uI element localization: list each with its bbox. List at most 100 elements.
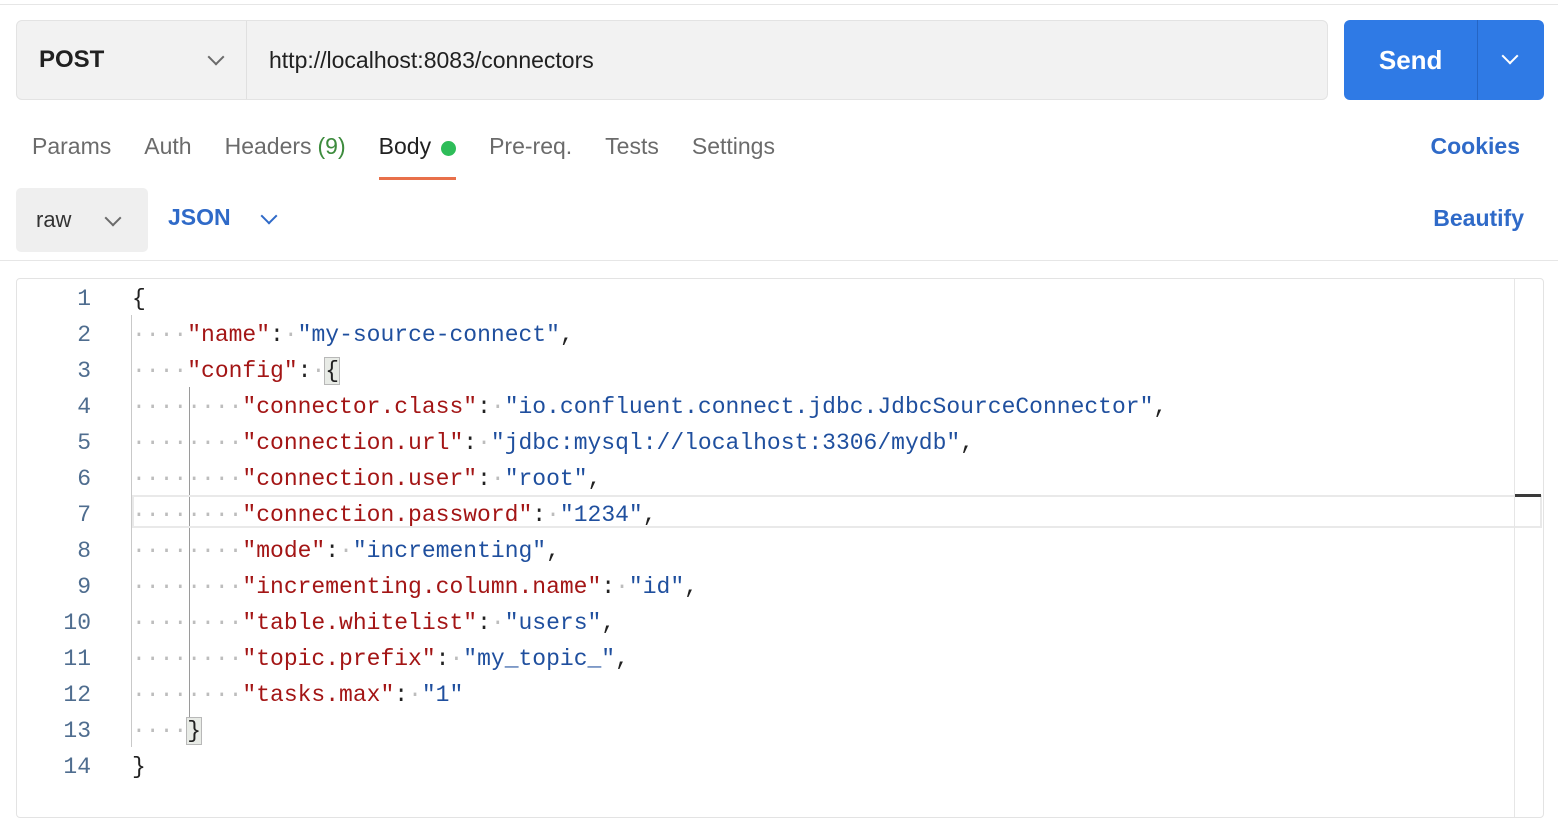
whitespace-marker: · (490, 610, 505, 636)
tab-auth[interactable]: Auth (144, 128, 191, 180)
json-punctuation: , (615, 646, 629, 672)
code-line: 10 ········"table.whitelist":·"users", (17, 605, 1543, 641)
line-number: 3 (77, 358, 91, 384)
json-punctuation: : (270, 322, 284, 348)
indent-whitespace: ········ (132, 538, 243, 564)
whitespace-marker: · (408, 682, 422, 708)
line-number: 12 (63, 682, 91, 708)
send-button-group: Send (1344, 20, 1544, 100)
code-line: 11 ········"topic.prefix":·"my_topic_", (17, 641, 1543, 677)
chevron-down-icon (1501, 47, 1519, 65)
code-text: ····"name":·"my-source-connect", (132, 317, 574, 353)
json-key: "connection.user" (242, 466, 478, 492)
body-indicator-dot-icon (441, 141, 457, 156)
indent-whitespace: ········ (132, 466, 243, 492)
json-key: "connector.class" (242, 394, 478, 420)
toolbar-divider (0, 260, 1558, 261)
tab-params[interactable]: Params (32, 128, 111, 180)
line-number: 2 (77, 322, 91, 348)
code-text: ········"tasks.max":·"1" (132, 677, 463, 713)
tab-label: Tests (605, 133, 659, 159)
json-punctuation: { (132, 286, 146, 312)
code-text: ····} (132, 713, 203, 749)
json-key: "connection.password" (242, 502, 533, 528)
request-bar: POST http://localhost:8083/connectors (16, 20, 1328, 100)
code-editor[interactable]: 1{2 ····"name":·"my-source-connect", 3 ····… (16, 278, 1544, 818)
url-input[interactable]: http://localhost:8083/connectors (247, 21, 1327, 99)
chevron-down-icon (207, 48, 225, 66)
chevron-down-icon[interactable] (260, 207, 278, 225)
indent-whitespace: ········ (132, 394, 243, 420)
tab-label: Settings (691, 133, 775, 159)
code-line: 5 ········"connection.url":·"jdbc:mysql:/… (17, 425, 1543, 461)
request-tabs: Params Auth Headers (9) Body Pre-req. Tes… (32, 128, 808, 180)
code-text: { (132, 281, 146, 317)
code-text: ········"connector.class":·"io.confluent… (132, 389, 1167, 425)
tab-settings[interactable]: Settings (692, 128, 775, 180)
json-punctuation: : (325, 538, 340, 564)
tab-label: Body (378, 133, 432, 159)
json-punctuation: , (1153, 394, 1168, 420)
json-punctuation: , (642, 502, 657, 528)
indent-whitespace: ········ (132, 430, 243, 456)
json-string: "id" (628, 574, 685, 600)
line-number: 10 (63, 610, 91, 636)
code-line: 9 ········"incrementing.column.name":·"id… (17, 569, 1543, 605)
code-line: 7 ········"connection.password":·"1234", (17, 497, 1543, 533)
line-number: 5 (77, 430, 91, 456)
json-string: "1" (421, 682, 464, 708)
tab-body[interactable]: Body (378, 128, 457, 180)
whitespace-marker: · (311, 358, 326, 384)
json-key: "connection.url" (242, 430, 464, 456)
url-text: http://localhost:8083/connectors (269, 46, 594, 73)
json-key: "name" (187, 322, 271, 348)
indent-whitespace: ········ (132, 682, 243, 708)
json-key: "table.whitelist" (242, 610, 478, 636)
tab-tests[interactable]: Tests (605, 128, 659, 180)
json-punctuation: : (477, 466, 491, 492)
whitespace-marker: · (477, 430, 491, 456)
json-string: "root" (504, 466, 588, 492)
json-punctuation: : (601, 574, 616, 600)
chevron-down-icon (104, 209, 122, 227)
cookies-link[interactable]: Cookies (1431, 133, 1520, 160)
beautify-link[interactable]: Beautify (1433, 205, 1524, 232)
indent-whitespace: ········ (132, 574, 243, 600)
json-punctuation: : (477, 394, 491, 420)
code-line: 1{ (17, 281, 1543, 317)
json-string: "io.confluent.connect.jdbc.JdbcSourceCon… (504, 394, 1154, 420)
whitespace-marker: · (490, 466, 505, 492)
line-number: 6 (77, 466, 91, 492)
json-punctuation: , (960, 430, 974, 456)
indent-whitespace: ···· (132, 322, 188, 348)
tab-label: Params (32, 133, 112, 159)
code-text: ········"connection.user":·"root", (132, 461, 601, 497)
send-button[interactable]: Send (1344, 20, 1477, 100)
json-string: "my-source-connect" (297, 322, 560, 348)
code-text: ········"topic.prefix":·"my_topic_", (132, 641, 629, 677)
body-mode-select[interactable]: raw (16, 188, 148, 252)
line-number: 11 (63, 646, 91, 672)
json-punctuation: , (684, 574, 698, 600)
matched-brace: } (186, 717, 203, 745)
tab-headers[interactable]: Headers (9) (225, 128, 346, 180)
language-select[interactable]: JSON (168, 204, 231, 231)
tab-label: Headers (224, 133, 312, 159)
code-line: 2 ····"name":·"my-source-connect", (17, 317, 1543, 353)
code-line: 14} (17, 749, 1543, 785)
json-punctuation: : (477, 610, 491, 636)
method-select[interactable]: POST (17, 21, 247, 99)
code-text: ········"connection.password":·"1234", (132, 497, 657, 533)
tab-label: Auth (144, 133, 192, 159)
code-line: 12 ········"tasks.max":·"1" (17, 677, 1543, 713)
tab-pre-request[interactable]: Pre-req. (489, 128, 572, 180)
indent-whitespace: ········ (132, 610, 243, 636)
code-line: 4 ········"connector.class":·"io.confluen… (17, 389, 1543, 425)
whitespace-marker: · (283, 322, 298, 348)
body-mode-label: raw (36, 207, 72, 232)
code-text: ········"mode":·"incrementing", (132, 533, 560, 569)
whitespace-marker: · (490, 394, 505, 420)
send-options-button[interactable] (1477, 20, 1544, 100)
code-line: 8 ········"mode":·"incrementing", (17, 533, 1543, 569)
line-number: 4 (77, 394, 91, 420)
